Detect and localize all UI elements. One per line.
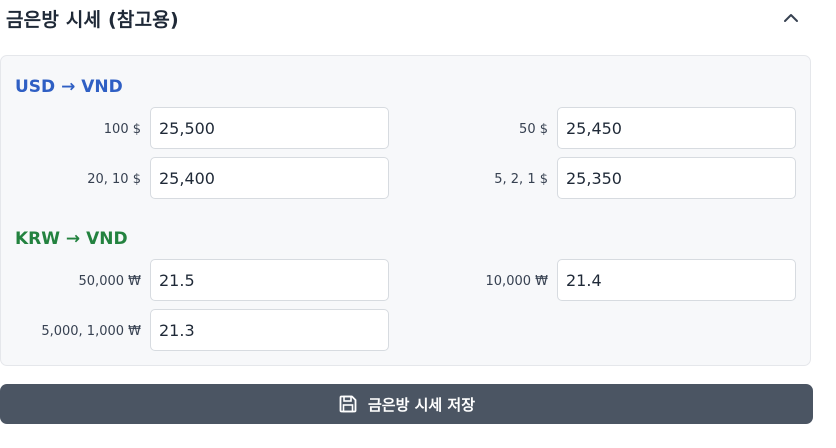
krw-5000-1000-input[interactable] (150, 309, 389, 351)
usd-20-10-input[interactable] (150, 157, 389, 199)
krw-section-title: KRW → VND (15, 229, 128, 249)
section-title: 금은방 시세 (참고용) (6, 8, 179, 31)
section-header[interactable]: 금은방 시세 (참고용) (0, 0, 813, 36)
usd-5-2-1-input[interactable] (557, 157, 796, 199)
usd-50-label: 50 $ (519, 122, 548, 137)
collapse-button[interactable] (777, 4, 805, 32)
krw-10000-label: 10,000 ₩ (485, 274, 548, 289)
usd-50-input[interactable] (557, 107, 796, 149)
krw-50000-input[interactable] (150, 259, 389, 301)
usd-20-10-label: 20, 10 $ (87, 172, 141, 187)
save-icon (339, 395, 357, 413)
chevron-up-icon (784, 14, 798, 22)
usd-100-label: 100 $ (103, 122, 141, 137)
save-button-label: 금은방 시세 저장 (367, 395, 476, 414)
krw-50000-label: 50,000 ₩ (78, 274, 141, 289)
save-rates-button[interactable]: 금은방 시세 저장 (0, 384, 813, 424)
usd-100-input[interactable] (150, 107, 389, 149)
krw-10000-input[interactable] (557, 259, 796, 301)
usd-section-title: USD → VND (15, 77, 123, 97)
krw-5000-1000-label: 5,000, 1,000 ₩ (41, 324, 141, 339)
rates-panel: USD → VND 100 $ 50 $ 20, 10 $ 5, 2, 1 $ … (0, 55, 811, 366)
usd-5-2-1-label: 5, 2, 1 $ (494, 172, 548, 187)
